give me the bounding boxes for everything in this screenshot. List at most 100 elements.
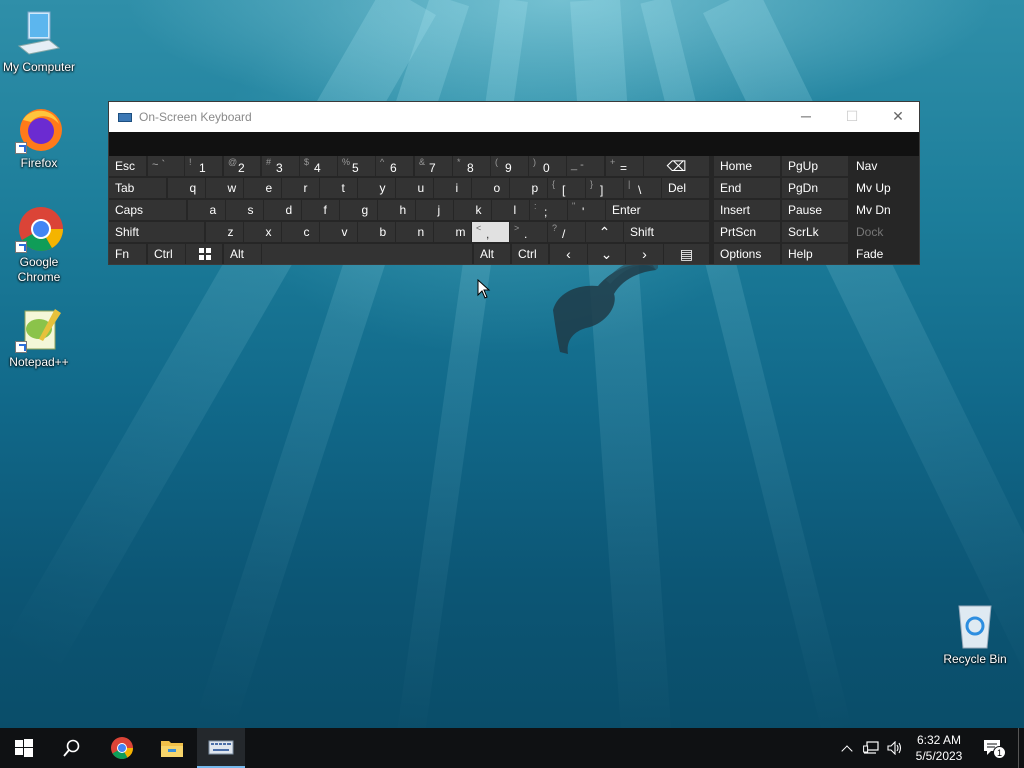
key-s[interactable]: s (226, 200, 263, 220)
key-esc[interactable]: Esc (109, 156, 146, 176)
key-backspace[interactable]: ⌫ (644, 156, 709, 176)
clock-button[interactable]: 6:32 AM 5/5/2023 (910, 728, 968, 768)
key-del[interactable]: Del (662, 178, 709, 198)
key-scrlk[interactable]: ScrLk (782, 222, 848, 242)
start-button[interactable] (0, 728, 48, 768)
key-o[interactable]: o (472, 178, 509, 198)
search-button[interactable] (48, 728, 96, 768)
desktop-icon-notepadpp[interactable]: Notepad++ (1, 305, 77, 370)
key-pgup[interactable]: PgUp (782, 156, 848, 176)
key-period[interactable]: >. (510, 222, 547, 242)
key-a[interactable]: a (188, 200, 225, 220)
key-n0[interactable]: ) 0 (529, 156, 566, 176)
key-b[interactable]: b (358, 222, 395, 242)
file-explorer-button[interactable] (148, 728, 196, 768)
action-center-button[interactable]: 1 (978, 728, 1008, 768)
desktop-icon-firefox[interactable]: Firefox (1, 106, 77, 171)
key-nav[interactable]: Nav (850, 156, 918, 176)
key-shift[interactable]: Shift (109, 222, 204, 242)
key-insert[interactable]: Insert (714, 200, 780, 220)
key-alt-r[interactable]: Alt (474, 244, 510, 264)
key-caps[interactable]: Caps (109, 200, 186, 220)
key-tab[interactable]: Tab (109, 178, 166, 198)
key-down[interactable]: ⌄ (588, 244, 625, 264)
key-p[interactable]: p (510, 178, 547, 198)
key-z[interactable]: z (206, 222, 243, 242)
osk-taskbar-button[interactable] (197, 728, 245, 768)
key-n8[interactable]: * 8 (453, 156, 490, 176)
key-w[interactable]: w (206, 178, 243, 198)
key-n4[interactable]: $4 (300, 156, 337, 176)
key-u[interactable]: u (396, 178, 433, 198)
key-shift-r[interactable]: Shift (624, 222, 709, 242)
key-l[interactable]: l (492, 200, 529, 220)
key-enter[interactable]: Enter (606, 200, 709, 220)
chrome-taskbar-button[interactable] (98, 728, 146, 768)
key-fade[interactable]: Fade (850, 244, 918, 264)
network-button[interactable] (860, 728, 882, 768)
volume-button[interactable] (884, 728, 906, 768)
key-i[interactable]: i (434, 178, 471, 198)
key-equals[interactable]: + = (606, 156, 643, 176)
key-dock[interactable]: Dock (850, 222, 918, 242)
key-minus[interactable]: _ - (567, 156, 604, 176)
key-win[interactable] (186, 244, 222, 264)
key-ctrl[interactable]: Ctrl (148, 244, 185, 264)
key-semicolon[interactable]: :; (530, 200, 567, 220)
key-j[interactable]: j (416, 200, 453, 220)
key-m[interactable]: m (434, 222, 471, 242)
key-up[interactable]: ⌃ (586, 222, 623, 242)
key-n2[interactable]: @2 (224, 156, 260, 176)
key-fn[interactable]: Fn (109, 244, 146, 264)
key-n6[interactable]: ^ 6 (376, 156, 413, 176)
minimize-button[interactable]: ─ (783, 102, 829, 132)
maximize-button[interactable]: ☐ (829, 102, 875, 132)
key-lbracket[interactable]: {[ (548, 178, 585, 198)
key-c[interactable]: c (282, 222, 319, 242)
key-menu[interactable]: ▤ (664, 244, 709, 264)
key-e[interactable]: e (244, 178, 281, 198)
key-pause[interactable]: Pause (782, 200, 848, 220)
key-left[interactable]: ‹ (550, 244, 587, 264)
key-rbracket[interactable]: }] (586, 178, 623, 198)
key-x[interactable]: x (244, 222, 281, 242)
key-n5[interactable]: % 5 (338, 156, 375, 176)
key-d[interactable]: d (264, 200, 301, 220)
key-f[interactable]: f (302, 200, 339, 220)
key-slash[interactable]: ? / (548, 222, 585, 242)
key-apos[interactable]: " ' (568, 200, 605, 220)
key-h[interactable]: h (378, 200, 415, 220)
key-right[interactable]: › (626, 244, 663, 264)
key-n7[interactable]: & 7 (415, 156, 452, 176)
on-screen-keyboard-window[interactable]: On-Screen Keyboard ─ ☐ ✕ Esc ~ `! 1 @2 #3 $4%… (108, 101, 920, 265)
key-n1[interactable]: ! 1 (185, 156, 222, 176)
close-button[interactable]: ✕ (875, 102, 921, 132)
key-v[interactable]: v (320, 222, 357, 242)
key-pgdn[interactable]: PgDn (782, 178, 848, 198)
key-mvup[interactable]: Mv Up (850, 178, 918, 198)
key-options[interactable]: Options (714, 244, 780, 264)
show-hidden-icons-button[interactable] (838, 728, 856, 768)
key-backtick-s[interactable]: ~ ` (148, 156, 184, 176)
desktop-icon-my-computer[interactable]: My Computer (1, 10, 77, 75)
key-n[interactable]: n (396, 222, 433, 242)
key-n9[interactable]: (9 (491, 156, 528, 176)
key-y[interactable]: y (358, 178, 395, 198)
key-space[interactable] (262, 244, 472, 264)
key-prtscn[interactable]: PrtScn (714, 222, 780, 242)
desktop-icon-google-chrome[interactable]: Google Chrome (1, 205, 77, 285)
key-g[interactable]: g (340, 200, 377, 220)
key-home[interactable]: Home (714, 156, 780, 176)
key-t[interactable]: t (320, 178, 357, 198)
key-end[interactable]: End (714, 178, 780, 198)
key-help[interactable]: Help (782, 244, 848, 264)
show-desktop-button[interactable] (1018, 728, 1024, 768)
key-k[interactable]: k (454, 200, 491, 220)
key-alt[interactable]: Alt (224, 244, 261, 264)
key-r[interactable]: r (282, 178, 319, 198)
key-n3[interactable]: #3 (262, 156, 299, 176)
key-comma[interactable]: <, (472, 222, 509, 242)
desktop-icon-recycle-bin[interactable]: Recycle Bin (937, 602, 1013, 667)
key-ctrl-r[interactable]: Ctrl (512, 244, 548, 264)
osk-title-bar[interactable]: On-Screen Keyboard ─ ☐ ✕ (109, 102, 919, 132)
